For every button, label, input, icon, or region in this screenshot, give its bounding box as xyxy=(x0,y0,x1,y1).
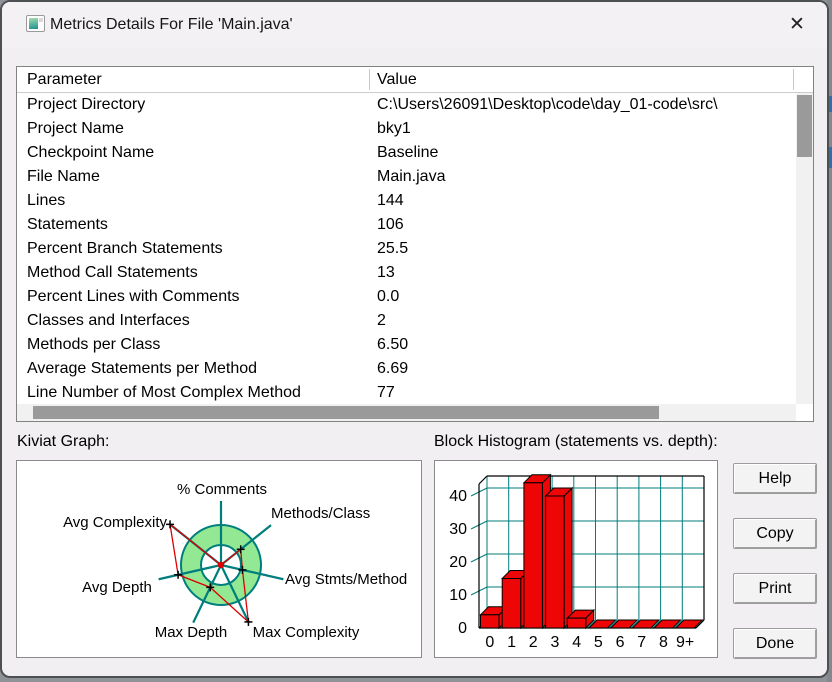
hist-x-label: 8 xyxy=(659,634,668,651)
horizontal-scrollbar[interactable] xyxy=(17,404,796,421)
hist-x-label: 0 xyxy=(485,634,494,651)
table-row[interactable]: Project Name bky1 xyxy=(17,117,796,141)
kiviat-axis-label: Methods/Class xyxy=(271,505,370,522)
table-row[interactable]: Percent Lines with Comments 0.0 xyxy=(17,285,796,309)
hist-y-label: 20 xyxy=(449,554,467,571)
table-rows: Project Directory C:\Users\26091\Desktop\… xyxy=(17,93,796,404)
hist-x-label: 7 xyxy=(637,634,646,651)
kiviat-axis-label: Avg Depth xyxy=(82,579,152,596)
row-value: 13 xyxy=(377,264,395,281)
row-parameter: Statements xyxy=(27,216,108,233)
histogram-bar xyxy=(523,482,543,629)
column-header-value[interactable]: Value xyxy=(377,67,417,92)
table-row[interactable]: Checkpoint Name Baseline xyxy=(17,141,796,165)
kiviat-axis-label: Max Depth xyxy=(155,624,228,641)
histogram-bar xyxy=(480,614,500,629)
metrics-table: Parameter Value Project Directory C:\User… xyxy=(16,66,814,422)
row-value: 2 xyxy=(377,312,386,329)
hist-x-label: 1 xyxy=(507,634,516,651)
vertical-scrollbar[interactable] xyxy=(796,93,813,404)
kiviat-axis-label: Max Complexity xyxy=(253,624,360,641)
print-button[interactable]: Print xyxy=(733,573,817,604)
row-value: 106 xyxy=(377,216,404,233)
hist-x-label: 4 xyxy=(572,634,581,651)
help-button[interactable]: Help xyxy=(733,463,817,494)
row-parameter: Project Name xyxy=(27,120,124,137)
kiviat-axis-label: Avg Stmts/Method xyxy=(285,571,407,588)
table-header: Parameter Value xyxy=(17,67,813,93)
app-icon xyxy=(26,15,45,32)
kiviat-axis-label: % Comments xyxy=(177,481,267,498)
row-parameter: Methods per Class xyxy=(27,336,161,353)
hist-x-label: 2 xyxy=(529,634,538,651)
histogram-label: Block Histogram (statements vs. depth): xyxy=(434,433,718,450)
table-row[interactable]: Project Directory C:\Users\26091\Desktop\… xyxy=(17,93,796,117)
row-value: 144 xyxy=(377,192,404,209)
histogram-chart-svg: 0102030400 1 2 3 4 5 6 7 8 9+ xyxy=(449,473,705,651)
row-parameter: Classes and Interfaces xyxy=(27,312,190,329)
row-parameter: Percent Branch Statements xyxy=(27,240,223,257)
table-row[interactable]: Lines 144 xyxy=(17,189,796,213)
hist-y-label: 40 xyxy=(449,488,467,505)
row-value: bky1 xyxy=(377,120,411,137)
row-parameter: Percent Lines with Comments xyxy=(27,288,240,305)
horizontal-scrollbar-thumb[interactable] xyxy=(33,406,659,419)
column-divider[interactable] xyxy=(369,69,370,90)
row-value: 6.69 xyxy=(377,360,409,377)
row-parameter: File Name xyxy=(27,168,100,185)
metrics-details-dialog: Metrics Details For File 'Main.java' ✕ P… xyxy=(0,0,829,678)
kiviat-graph-label: Kiviat Graph: xyxy=(17,433,110,450)
kiviat-chart-svg: % CommentsMethods/Class Avg Stmts/Method M… xyxy=(63,481,407,641)
table-row[interactable]: Percent Branch Statements 25.5 xyxy=(17,237,796,261)
row-value: 0.0 xyxy=(377,288,400,305)
hist-y-label: 10 xyxy=(449,587,467,604)
hist-x-label: 3 xyxy=(550,634,559,651)
kiviat-center-point xyxy=(217,561,225,569)
row-parameter: Average Statements per Method xyxy=(27,360,258,377)
row-parameter: Project Directory xyxy=(27,96,146,113)
table-row[interactable]: File Name Main.java xyxy=(17,165,796,189)
table-row[interactable]: Average Statements per Method 6.69 xyxy=(17,357,796,381)
table-row[interactable]: Method Call Statements 13 xyxy=(17,261,796,285)
histogram-bar xyxy=(566,617,587,629)
table-row[interactable]: Classes and Interfaces 2 xyxy=(17,309,796,333)
histogram-bar xyxy=(545,495,565,629)
table-row[interactable]: Statements 106 xyxy=(17,213,796,237)
row-parameter: Lines xyxy=(27,192,66,209)
histogram-bar xyxy=(501,578,522,629)
app-icon-glyph-detail xyxy=(39,18,43,22)
row-value: Main.java xyxy=(377,168,446,185)
copy-button[interactable]: Copy xyxy=(733,518,817,549)
table-row[interactable]: Methods per Class 6.50 xyxy=(17,333,796,357)
kiviat-axis-label: Avg Complexity xyxy=(63,514,167,531)
row-parameter: Checkpoint Name xyxy=(27,144,155,161)
title-bar: Metrics Details For File 'Main.java' ✕ xyxy=(2,2,827,48)
hist-x-label: 9+ xyxy=(676,634,694,651)
row-value: 77 xyxy=(377,384,395,401)
done-button[interactable]: Done xyxy=(733,628,817,659)
table-row[interactable]: Line Number of Most Complex Method 77 xyxy=(17,381,796,404)
hist-x-label: 5 xyxy=(594,634,603,651)
row-value: 25.5 xyxy=(377,240,409,257)
column-header-parameter[interactable]: Parameter xyxy=(27,67,102,92)
hist-y-label: 30 xyxy=(449,521,467,538)
row-value: Baseline xyxy=(377,144,439,161)
window-title: Metrics Details For File 'Main.java' xyxy=(50,16,293,33)
kiviat-graph-panel: % Comments Methods/Class Avg Stmts/Method M… xyxy=(16,460,422,658)
hist-x-label: 6 xyxy=(616,634,625,651)
row-parameter: Method Call Statements xyxy=(27,264,198,281)
close-icon[interactable]: ✕ xyxy=(782,10,812,40)
row-parameter: Line Number of Most Complex Method xyxy=(27,384,301,401)
row-value: C:\Users\26091\Desktop\code\day_01-code\… xyxy=(377,96,718,113)
histogram-panel: 0 10 20 30 40 0 1 2 3 4 5 6 7 8 9+ xyxy=(434,460,718,658)
hist-y-label: 0 xyxy=(458,620,467,637)
app-icon-glyph xyxy=(29,18,38,29)
column-divider[interactable] xyxy=(793,69,794,90)
histogram-bar-side xyxy=(563,486,573,630)
row-value: 6.50 xyxy=(377,336,409,353)
chart-frame xyxy=(478,475,488,485)
vertical-scrollbar-thumb[interactable] xyxy=(797,95,812,157)
